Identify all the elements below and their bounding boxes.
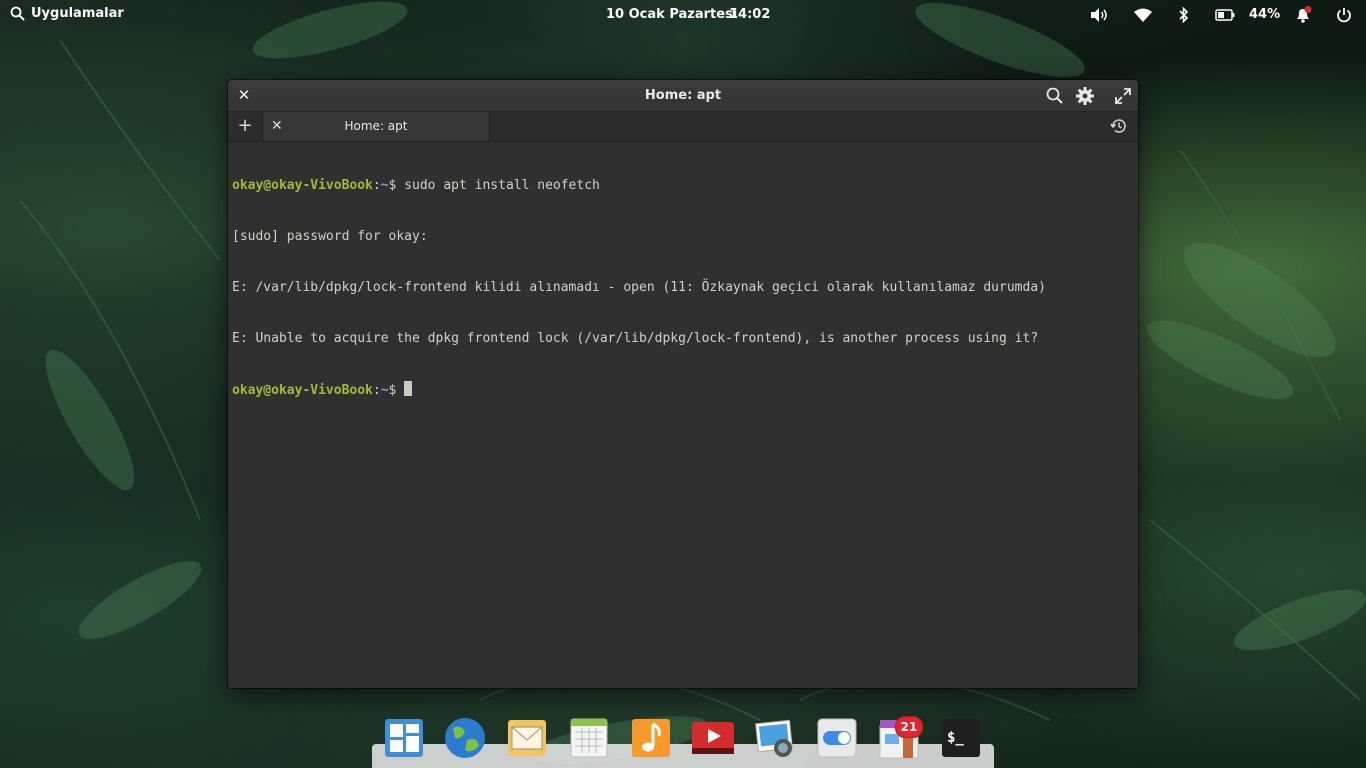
applications-label: Uygulamalar [31,6,124,21]
photos-icon[interactable] [753,716,797,760]
terminal-line: E: /var/lib/dpkg/lock-frontend kilidi al… [232,280,1046,295]
terminal-line: okay@okay-VivoBook:~$ [232,381,1134,398]
clock-label[interactable]: 14:02 [729,7,770,22]
prompt-path: ~ [380,383,389,398]
appcenter-badge: 21 [895,716,923,738]
web-browser-icon[interactable] [443,716,487,760]
music-icon[interactable] [629,716,673,760]
calendar-icon[interactable] [567,716,611,760]
volume-icon[interactable] [1089,7,1109,23]
terminal-line: okay@okay-VivoBook:~$ sudo apt install n… [232,178,600,193]
bluetooth-icon[interactable] [1179,7,1189,23]
battery-percent[interactable]: 44% [1249,7,1280,22]
applications-menu[interactable]: Uygulamalar [10,6,124,21]
videos-icon[interactable] [691,716,735,760]
history-icon[interactable] [1110,117,1128,139]
command-text: $ sudo apt install neofetch [388,178,600,193]
new-tab-button[interactable]: + [228,112,263,141]
terminal-output[interactable]: okay@okay-VivoBook:~$ sudo apt install n… [232,143,1134,688]
search-icon[interactable] [1045,86,1065,106]
power-icon[interactable] [1336,7,1352,23]
tab-home-apt[interactable]: ✕ Home: apt [263,112,490,141]
mail-icon[interactable] [505,716,549,760]
tab-bar: + ✕ Home: apt [228,112,1138,142]
top-panel: Uygulamalar 10 Ocak Pazartesi 14:02 44% [0,0,1366,30]
svg-text:$_: $_ [947,730,964,746]
gear-icon[interactable] [1075,86,1095,106]
window-title: Home: apt [644,88,722,103]
maximize-icon[interactable] [1113,86,1133,106]
text-cursor [404,381,413,396]
prompt-user-host: okay@okay-VivoBook [232,178,373,193]
prompt-user-host: okay@okay-VivoBook [232,383,373,398]
notifications-icon[interactable] [1294,6,1312,24]
wifi-icon[interactable] [1134,8,1152,22]
prompt-path: ~ [380,178,389,193]
date-label[interactable]: 10 Ocak Pazartesi [606,7,737,22]
search-icon [10,6,25,21]
terminal-line: [sudo] password for okay: [232,229,428,244]
tab-label: Home: apt [344,119,408,133]
terminal-window: ✕ Home: apt + ✕ Home: apt okay@okay-Vivo… [228,80,1138,688]
terminal-line: E: Unable to acquire the dpkg frontend l… [232,331,1039,346]
prompt-symbol: $ [388,383,405,398]
window-titlebar[interactable]: ✕ Home: apt [228,80,1138,112]
terminal-icon[interactable]: $_ [939,716,983,760]
battery-icon[interactable] [1215,9,1235,21]
system-settings-icon[interactable] [815,716,859,760]
multitasking-view-icon[interactable] [382,716,426,760]
